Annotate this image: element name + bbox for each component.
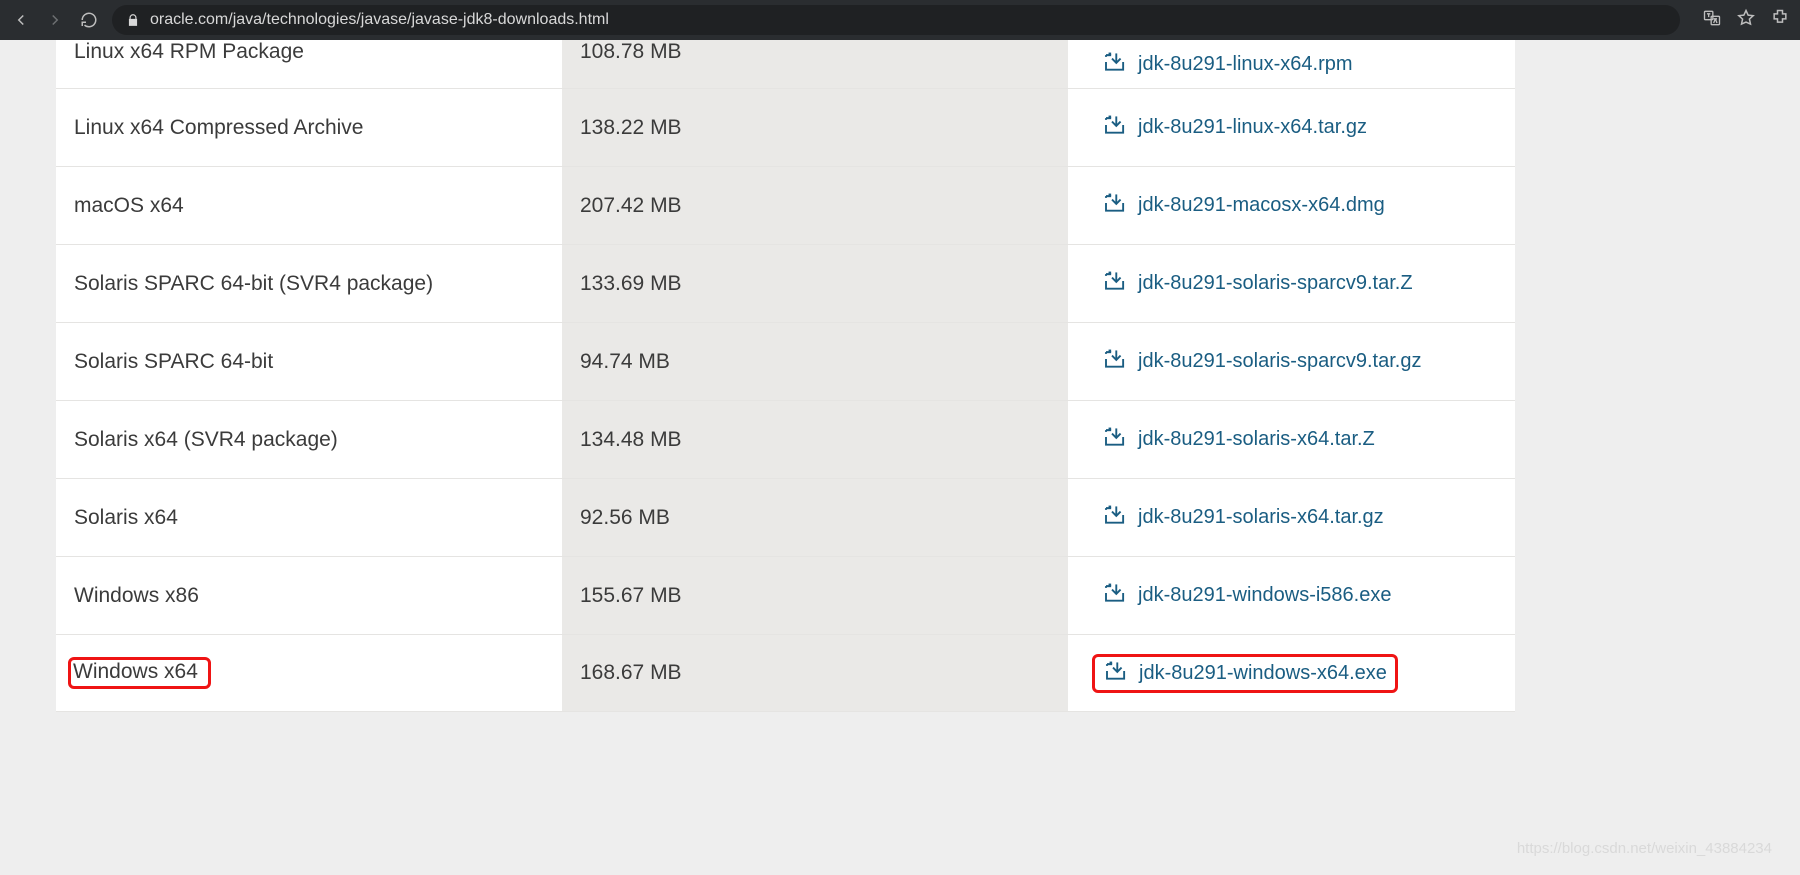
product-name: macOS x64 <box>74 194 184 218</box>
product-name: Solaris x64 (SVR4 package) <box>74 428 338 452</box>
product-name: Solaris SPARC 64-bit (SVR4 package) <box>74 272 433 296</box>
file-size: 207.42 MB <box>580 194 682 218</box>
table-row: Solaris x64 (SVR4 package) 134.48 MB jdk-… <box>56 400 1515 478</box>
page-content: Linux x64 RPM Package 108.78 MB jdk-8u291… <box>0 40 1800 875</box>
product-name: Solaris SPARC 64-bit <box>74 350 273 374</box>
highlight-box: Windows x64 <box>68 657 211 689</box>
product-name-cell: Solaris SPARC 64-bit (SVR4 package) <box>56 245 562 322</box>
star-icon[interactable] <box>1736 8 1756 33</box>
table-row: macOS x64 207.42 MB jdk-8u291-macosx-x64.… <box>56 166 1515 244</box>
file-size-cell: 207.42 MB <box>562 167 1068 244</box>
table-row: Linux x64 Compressed Archive 138.22 MB jd… <box>56 88 1515 166</box>
table-row: Solaris SPARC 64-bit (SVR4 package) 133.6… <box>56 244 1515 322</box>
file-size: 155.67 MB <box>580 584 682 608</box>
product-name: Linux x64 Compressed Archive <box>74 116 363 140</box>
lock-icon <box>126 13 140 27</box>
download-icon[interactable] <box>1098 113 1126 142</box>
extensions-icon[interactable] <box>1770 8 1790 33</box>
file-size-cell: 168.67 MB <box>562 635 1068 711</box>
download-link[interactable]: jdk-8u291-windows-i586.exe <box>1138 584 1391 607</box>
translate-icon[interactable] <box>1702 8 1722 33</box>
file-size: 134.48 MB <box>580 428 682 452</box>
download-icon[interactable] <box>1098 581 1126 610</box>
table-row: Solaris x64 92.56 MB jdk-8u291-solaris-x6… <box>56 478 1515 556</box>
download-cell: jdk-8u291-windows-i586.exe <box>1068 557 1515 634</box>
product-name-cell: Solaris SPARC 64-bit <box>56 323 562 400</box>
product-name-cell: Solaris x64 (SVR4 package) <box>56 401 562 478</box>
file-size: 168.67 MB <box>580 661 682 685</box>
product-name-cell: macOS x64 <box>56 167 562 244</box>
download-icon[interactable] <box>1098 503 1126 532</box>
back-button[interactable] <box>10 9 32 31</box>
reload-button[interactable] <box>78 9 100 31</box>
table-row: Solaris SPARC 64-bit 94.74 MB jdk-8u291-s… <box>56 322 1515 400</box>
download-cell: jdk-8u291-linux-x64.rpm <box>1068 40 1515 88</box>
file-size: 92.56 MB <box>580 506 670 530</box>
product-name-cell: Windows x64 <box>56 635 562 711</box>
file-size-cell: 92.56 MB <box>562 479 1068 556</box>
product-name-cell: Windows x86 <box>56 557 562 634</box>
download-cell: jdk-8u291-solaris-x64.tar.Z <box>1068 401 1515 478</box>
table-row: Windows x86 155.67 MB jdk-8u291-windows-i… <box>56 556 1515 634</box>
table-row: Windows x64 168.67 MB jdk-8u291-windows-x… <box>56 634 1515 712</box>
file-size-cell: 138.22 MB <box>562 89 1068 166</box>
file-size: 108.78 MB <box>580 40 682 64</box>
download-cell: jdk-8u291-solaris-sparcv9.tar.gz <box>1068 323 1515 400</box>
file-size: 94.74 MB <box>580 350 670 374</box>
file-size-cell: 134.48 MB <box>562 401 1068 478</box>
product-name-cell: Linux x64 Compressed Archive <box>56 89 562 166</box>
download-link[interactable]: jdk-8u291-linux-x64.rpm <box>1138 53 1353 76</box>
table-row: Linux x64 RPM Package 108.78 MB jdk-8u291… <box>56 40 1515 88</box>
download-cell: jdk-8u291-windows-x64.exe <box>1068 635 1515 711</box>
download-icon[interactable] <box>1098 191 1126 220</box>
download-cell: jdk-8u291-solaris-x64.tar.gz <box>1068 479 1515 556</box>
download-icon[interactable] <box>1098 425 1126 454</box>
download-link[interactable]: jdk-8u291-windows-x64.exe <box>1139 662 1387 685</box>
download-icon[interactable] <box>1098 269 1126 298</box>
download-link[interactable]: jdk-8u291-linux-x64.tar.gz <box>1138 116 1367 139</box>
download-cell: jdk-8u291-linux-x64.tar.gz <box>1068 89 1515 166</box>
product-name-cell: Linux x64 RPM Package <box>56 40 562 88</box>
download-link[interactable]: jdk-8u291-macosx-x64.dmg <box>1138 194 1385 217</box>
file-size: 138.22 MB <box>580 116 682 140</box>
product-name: Windows x64 <box>73 660 198 684</box>
file-size-cell: 133.69 MB <box>562 245 1068 322</box>
product-name: Solaris x64 <box>74 506 178 530</box>
download-table: Linux x64 RPM Package 108.78 MB jdk-8u291… <box>56 40 1515 712</box>
file-size: 133.69 MB <box>580 272 682 296</box>
url-text: oracle.com/java/technologies/javase/java… <box>150 11 609 29</box>
download-icon[interactable] <box>1098 50 1126 79</box>
product-name: Windows x86 <box>74 584 199 608</box>
browser-chrome: oracle.com/java/technologies/javase/java… <box>0 0 1800 40</box>
download-link[interactable]: jdk-8u291-solaris-sparcv9.tar.gz <box>1138 350 1421 373</box>
forward-button[interactable] <box>44 9 66 31</box>
download-link[interactable]: jdk-8u291-solaris-sparcv9.tar.Z <box>1138 272 1413 295</box>
file-size-cell: 94.74 MB <box>562 323 1068 400</box>
download-cell: jdk-8u291-solaris-sparcv9.tar.Z <box>1068 245 1515 322</box>
file-size-cell: 155.67 MB <box>562 557 1068 634</box>
download-link[interactable]: jdk-8u291-solaris-x64.tar.Z <box>1138 428 1375 451</box>
file-size-cell: 108.78 MB <box>562 40 1068 88</box>
chrome-right-controls <box>1702 8 1790 33</box>
download-icon[interactable] <box>1098 347 1126 376</box>
address-bar[interactable]: oracle.com/java/technologies/javase/java… <box>112 5 1680 35</box>
download-icon[interactable] <box>1099 659 1127 688</box>
highlight-box: jdk-8u291-windows-x64.exe <box>1092 654 1398 693</box>
product-name: Linux x64 RPM Package <box>74 40 304 64</box>
download-cell: jdk-8u291-macosx-x64.dmg <box>1068 167 1515 244</box>
download-link[interactable]: jdk-8u291-solaris-x64.tar.gz <box>1138 506 1384 529</box>
product-name-cell: Solaris x64 <box>56 479 562 556</box>
